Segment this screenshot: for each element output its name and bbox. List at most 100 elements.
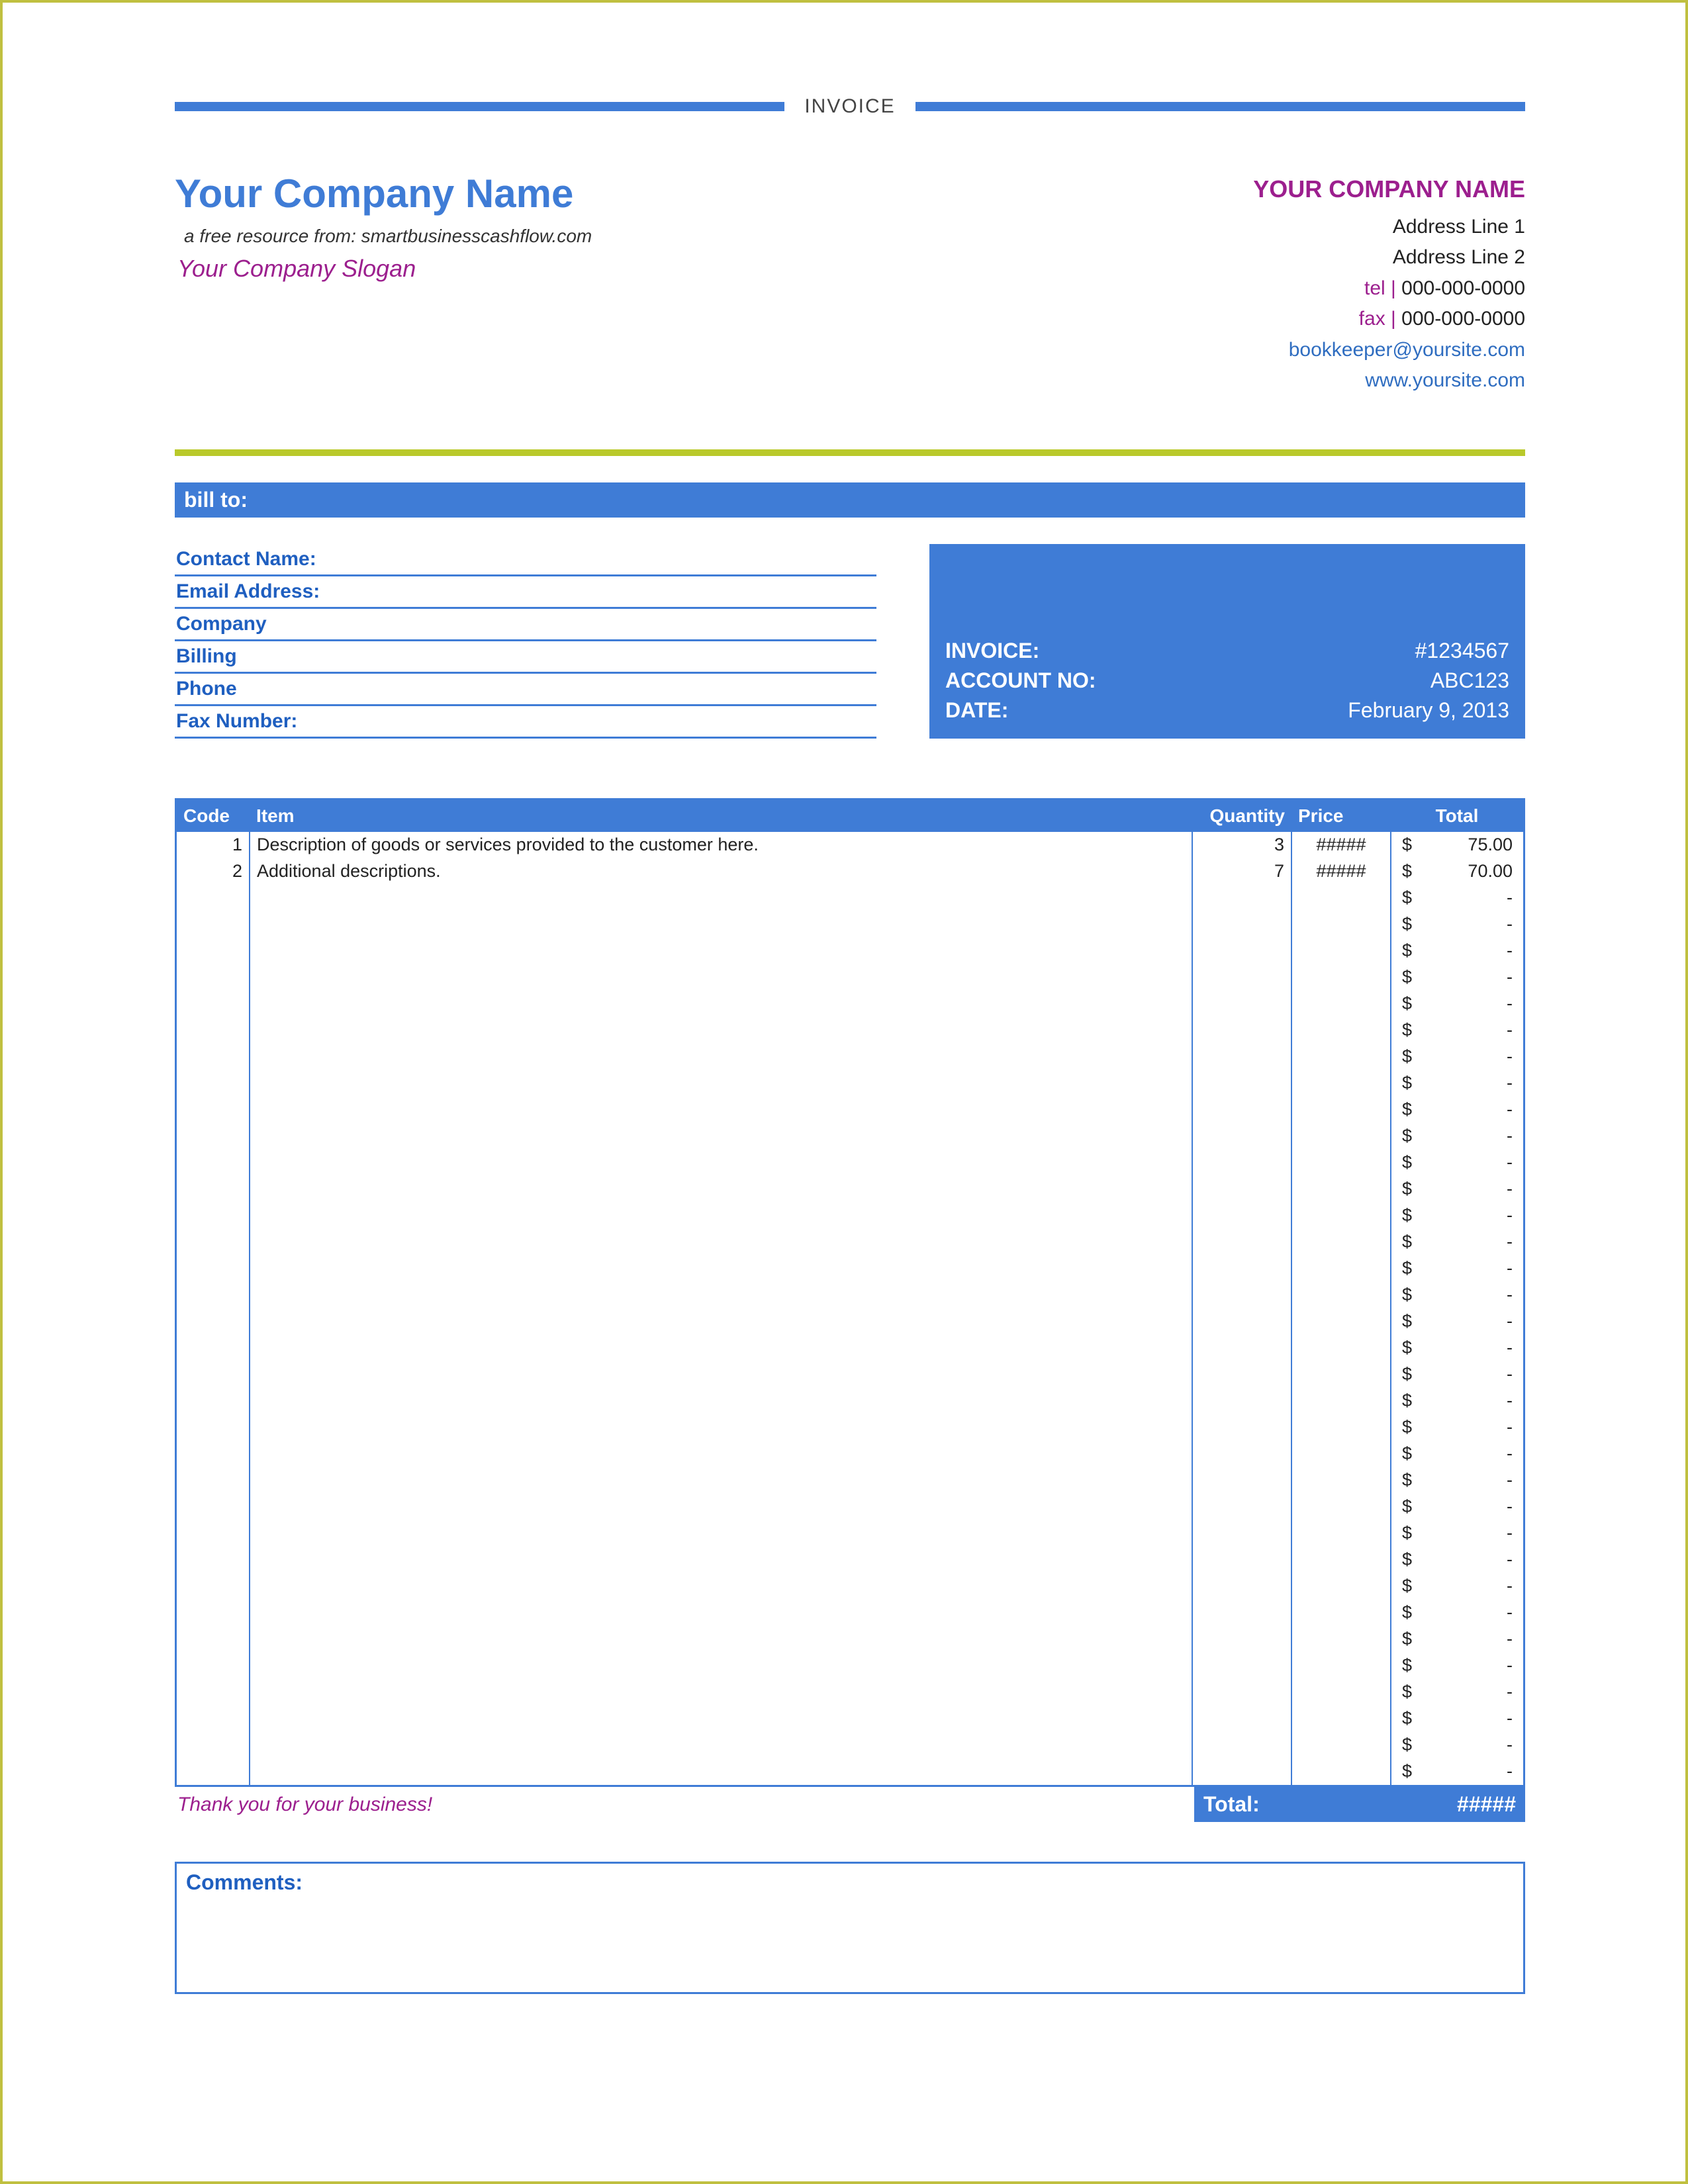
bill-to-field[interactable]: Billing <box>175 641 876 674</box>
cell-total: $- <box>1391 1335 1523 1361</box>
cell-code <box>177 1626 250 1653</box>
table-row: 2Additional descriptions.7#####$70.00 <box>177 858 1523 885</box>
table-row: $- <box>177 1547 1523 1573</box>
currency-symbol: $ <box>1402 1205 1412 1226</box>
invoice-no-value: #1234567 <box>1415 639 1509 663</box>
line-total-value: - <box>1507 914 1513 934</box>
table-row: $- <box>177 1044 1523 1070</box>
cell-code <box>177 1494 250 1520</box>
cell-quantity <box>1192 1097 1291 1123</box>
cell-price <box>1291 1044 1391 1070</box>
cell-code <box>177 1070 250 1097</box>
cell-total: $- <box>1391 938 1523 964</box>
table-row: $- <box>177 1150 1523 1176</box>
cell-quantity <box>1192 885 1291 911</box>
cell-total: $- <box>1391 1758 1523 1785</box>
cell-price <box>1291 1229 1391 1255</box>
col-item: Item <box>250 800 1192 832</box>
comments-box[interactable]: Comments: <box>175 1862 1525 1994</box>
cell-price <box>1291 1097 1391 1123</box>
account-no-label: ACCOUNT NO: <box>945 668 1096 693</box>
cell-quantity <box>1192 1044 1291 1070</box>
cell-code <box>177 1414 250 1441</box>
cell-item <box>250 1573 1192 1600</box>
table-row: $- <box>177 1573 1523 1600</box>
cell-quantity <box>1192 1388 1291 1414</box>
cell-price <box>1291 1732 1391 1758</box>
table-row: $- <box>177 1679 1523 1706</box>
cell-item <box>250 1176 1192 1203</box>
cell-item <box>250 1361 1192 1388</box>
email-link[interactable]: bookkeeper@yoursite.com <box>1253 335 1525 366</box>
cell-quantity <box>1192 1229 1291 1255</box>
currency-symbol: $ <box>1402 1629 1412 1649</box>
cell-item <box>250 1626 1192 1653</box>
cell-price <box>1291 1494 1391 1520</box>
cell-quantity <box>1192 1520 1291 1547</box>
cell-total: $- <box>1391 1388 1523 1414</box>
cell-total: $75.00 <box>1391 832 1523 858</box>
cell-price <box>1291 1653 1391 1679</box>
cell-code <box>177 1335 250 1361</box>
cell-price <box>1291 1255 1391 1282</box>
cell-quantity <box>1192 1203 1291 1229</box>
bill-to-field[interactable]: Fax Number: <box>175 706 876 739</box>
cell-total: $- <box>1391 1097 1523 1123</box>
table-row: $- <box>177 1414 1523 1441</box>
cell-item <box>250 1494 1192 1520</box>
cell-price <box>1291 1388 1391 1414</box>
cell-total: $70.00 <box>1391 858 1523 885</box>
cell-item <box>250 1388 1192 1414</box>
cell-total: $- <box>1391 1494 1523 1520</box>
table-row: $- <box>177 1467 1523 1494</box>
cell-item <box>250 1653 1192 1679</box>
cell-quantity: 7 <box>1192 858 1291 885</box>
bill-to-field[interactable]: Company <box>175 609 876 641</box>
invoice-date-value: February 9, 2013 <box>1348 698 1509 723</box>
cell-total: $- <box>1391 1653 1523 1679</box>
currency-symbol: $ <box>1402 1735 1412 1755</box>
cell-total: $- <box>1391 1070 1523 1097</box>
cell-price <box>1291 1626 1391 1653</box>
bill-to-field[interactable]: Email Address: <box>175 576 876 609</box>
cell-quantity <box>1192 1176 1291 1203</box>
line-total-value: 70.00 <box>1468 861 1513 882</box>
account-no-value: ABC123 <box>1430 668 1509 693</box>
website-link[interactable]: www.yoursite.com <box>1253 365 1525 396</box>
table-row: $- <box>177 1070 1523 1097</box>
bill-to-field[interactable]: Phone <box>175 674 876 706</box>
cell-price <box>1291 1203 1391 1229</box>
line-total-value: - <box>1507 1364 1513 1385</box>
col-price: Price <box>1291 800 1391 832</box>
currency-symbol: $ <box>1402 1496 1412 1517</box>
doc-title: INVOICE <box>804 95 895 118</box>
tel-value: 000-000-0000 <box>1401 277 1525 299</box>
table-row: $- <box>177 964 1523 991</box>
cell-code <box>177 1467 250 1494</box>
cell-quantity <box>1192 1732 1291 1758</box>
cell-total: $- <box>1391 1600 1523 1626</box>
cell-item <box>250 1255 1192 1282</box>
cell-quantity <box>1192 911 1291 938</box>
cell-quantity <box>1192 1467 1291 1494</box>
cell-code <box>177 1520 250 1547</box>
bill-to-field[interactable]: Contact Name: <box>175 544 876 576</box>
currency-symbol: $ <box>1402 1020 1412 1040</box>
currency-symbol: $ <box>1402 1364 1412 1385</box>
cell-total: $- <box>1391 1255 1523 1282</box>
cell-code <box>177 1176 250 1203</box>
cell-total: $- <box>1391 885 1523 911</box>
line-total-value: - <box>1507 1761 1513 1782</box>
comments-label: Comments: <box>186 1870 1514 1895</box>
cell-price <box>1291 1282 1391 1308</box>
cell-item <box>250 1070 1192 1097</box>
cell-price: ##### <box>1291 858 1391 885</box>
table-row: $- <box>177 1706 1523 1732</box>
cell-item <box>250 1679 1192 1706</box>
line-total-value: - <box>1507 1073 1513 1093</box>
line-total-value: - <box>1507 1205 1513 1226</box>
cell-code <box>177 1732 250 1758</box>
cell-item <box>250 1600 1192 1626</box>
invoice-no-label: INVOICE: <box>945 639 1039 663</box>
cell-item <box>250 1732 1192 1758</box>
